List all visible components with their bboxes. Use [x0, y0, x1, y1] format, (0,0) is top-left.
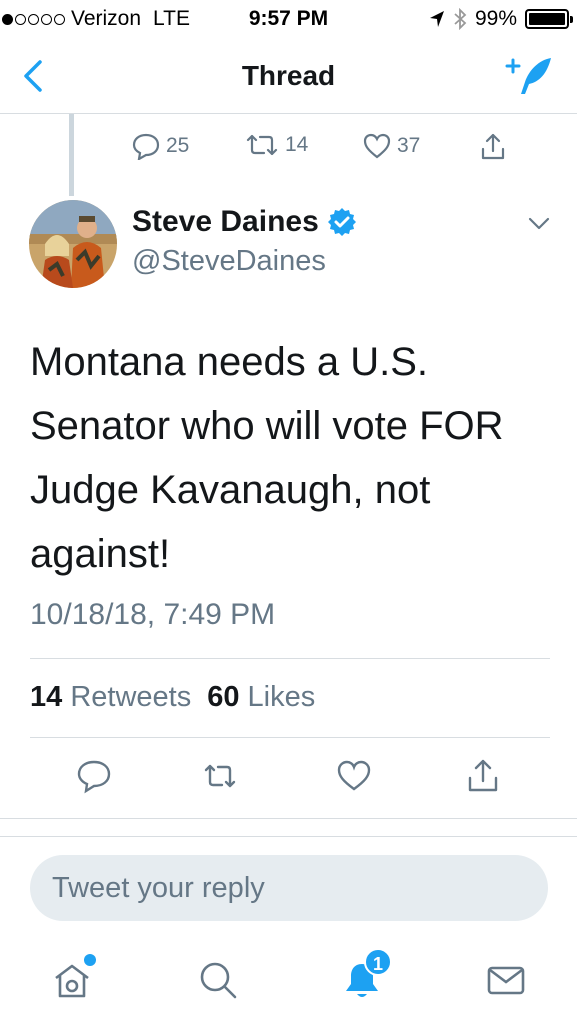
reply-input[interactable]: Tweet your reply: [30, 855, 548, 921]
location-arrow-icon: [429, 11, 444, 27]
tweet-actions: [0, 758, 577, 798]
likes-label: Likes: [247, 681, 316, 713]
prev-retweet-action[interactable]: 14: [244, 132, 308, 158]
section-divider: [0, 818, 577, 819]
retweet-icon: [246, 134, 278, 156]
nav-bar: Thread: [0, 38, 577, 114]
likes-count: 60: [207, 681, 240, 713]
retweets-count: 14: [30, 681, 63, 713]
prev-reply-count: 25: [166, 134, 190, 157]
likes-stat[interactable]: 60 Likes: [207, 681, 315, 714]
prev-share-action[interactable]: [478, 132, 508, 162]
battery-percent: 99%: [474, 7, 517, 30]
notifications-badge: 1: [364, 948, 392, 976]
status-bar: Verizon LTE 9:57 PM 99%: [0, 0, 577, 38]
tab-messages[interactable]: [484, 958, 528, 1002]
reply-icon: [132, 133, 160, 160]
status-right: 99%: [429, 7, 573, 31]
tab-home[interactable]: [50, 954, 96, 1002]
previous-tweet-actions: 25 14 37: [0, 132, 577, 168]
tab-bar: 1: [0, 938, 577, 1024]
section-divider: [0, 836, 577, 837]
divider: [30, 737, 550, 738]
battery-icon: [525, 9, 573, 29]
tab-search[interactable]: [196, 958, 240, 1002]
heart-icon: [363, 133, 391, 159]
retweet-icon[interactable]: [202, 758, 238, 794]
heart-icon[interactable]: [336, 758, 372, 794]
prev-reply-action[interactable]: 25: [131, 132, 189, 160]
author-name[interactable]: Steve Daines: [132, 205, 357, 239]
tweet-timestamp: 10/18/18, 7:49 PM: [30, 598, 276, 631]
bluetooth-icon: [454, 8, 467, 30]
avatar[interactable]: [29, 200, 117, 288]
tweet-text: Montana needs a U.S. Senator who will vo…: [30, 340, 504, 576]
tweet-stats: 14 Retweets 60 Likes: [30, 681, 315, 714]
verified-badge-icon: [327, 208, 356, 236]
prev-like-action[interactable]: 37: [362, 132, 420, 160]
home-unread-dot: [84, 954, 96, 966]
search-icon: [200, 962, 237, 999]
mail-icon: [487, 966, 525, 995]
author-name-text: Steve Daines: [132, 205, 319, 238]
chevron-down-icon[interactable]: [526, 214, 552, 234]
tab-notifications[interactable]: 1: [340, 948, 392, 1002]
prev-like-count: 37: [397, 134, 421, 157]
retweets-stat[interactable]: 14 Retweets: [30, 681, 191, 714]
retweets-label: Retweets: [70, 681, 192, 713]
author-handle[interactable]: @SteveDaines: [132, 245, 326, 278]
divider: [30, 658, 550, 659]
share-icon[interactable]: [465, 758, 501, 794]
share-icon: [481, 133, 505, 160]
compose-tweet-icon[interactable]: [505, 54, 557, 98]
reply-placeholder: Tweet your reply: [52, 872, 265, 904]
prev-retweet-count: 14: [285, 133, 309, 156]
page-title: Thread: [241, 60, 336, 91]
reply-icon[interactable]: [76, 758, 112, 794]
